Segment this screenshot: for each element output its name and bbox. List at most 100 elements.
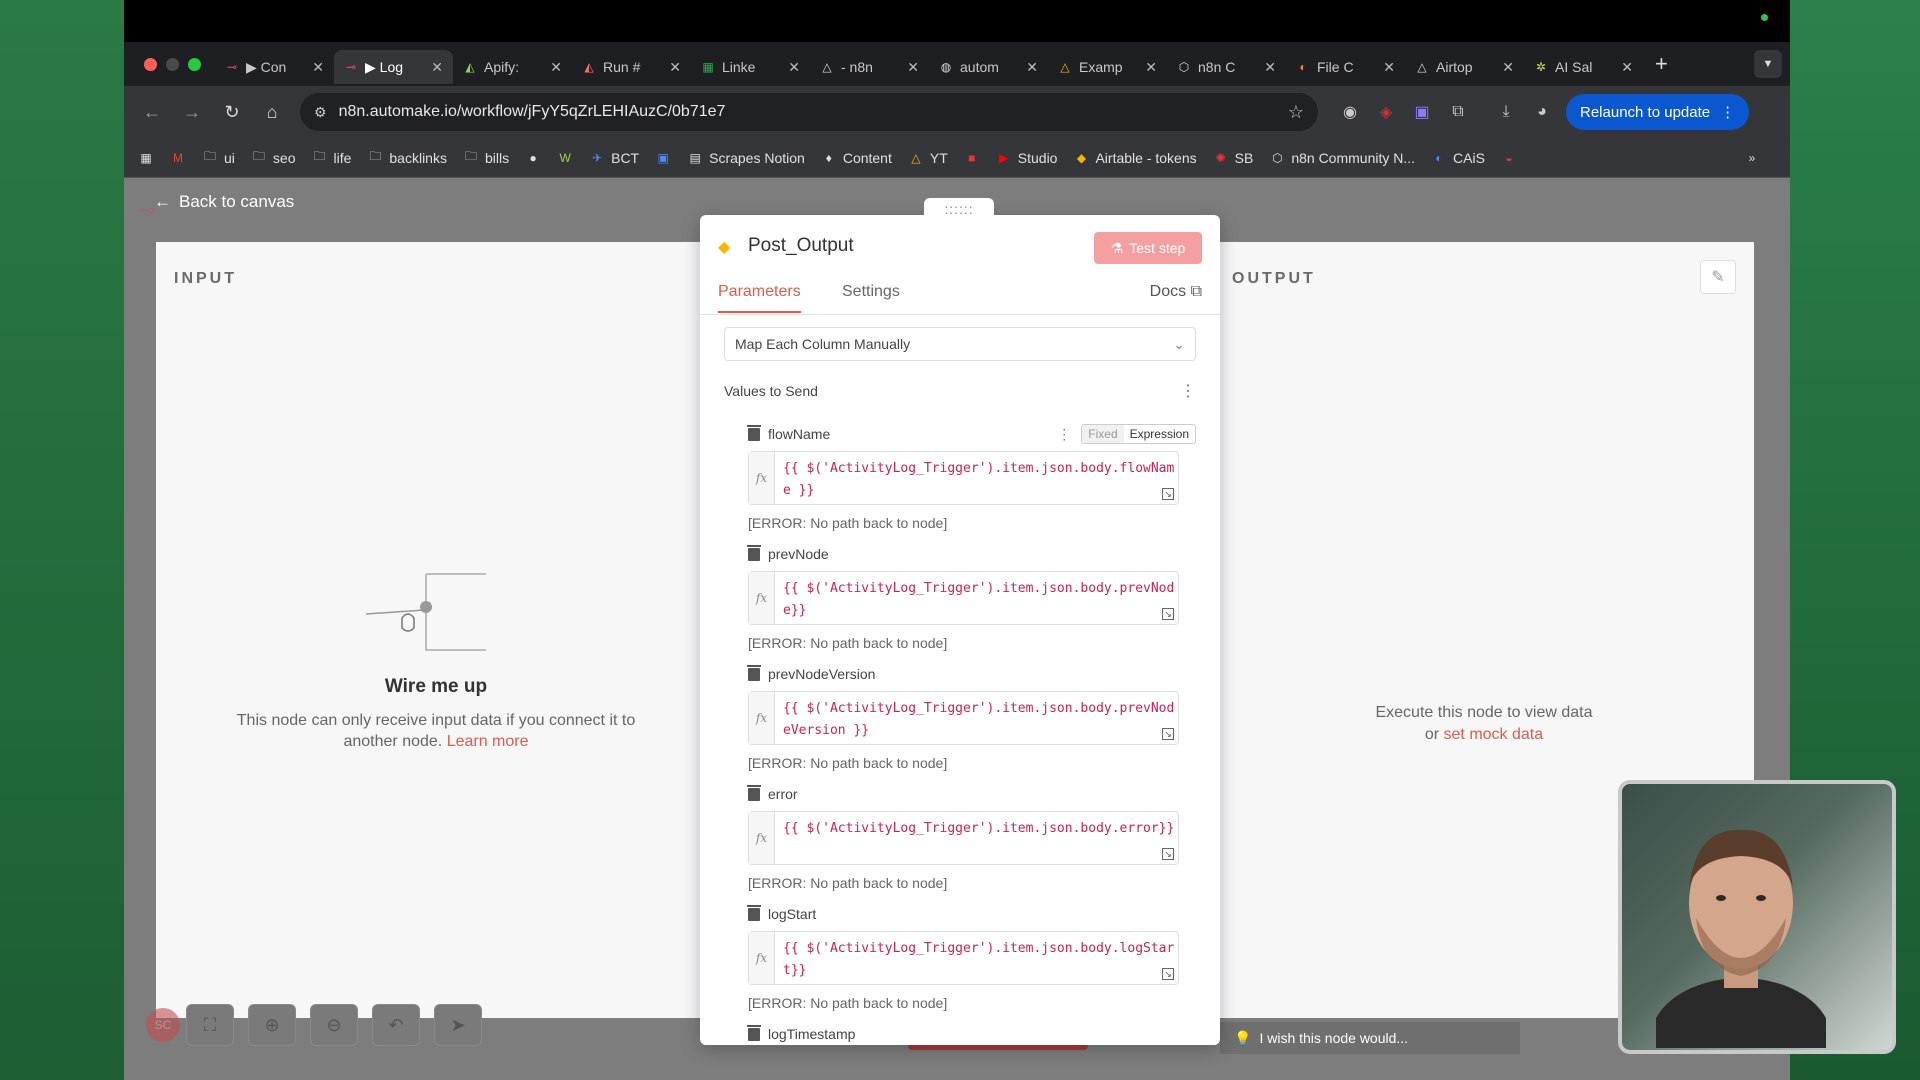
puzzle-icon[interactable]: ⧉ — [1440, 94, 1476, 130]
bookmark-link[interactable]: ◆ Airtable - tokens — [1073, 150, 1197, 166]
bookmark-link[interactable]: ▶ Studio — [996, 150, 1057, 166]
trash-icon[interactable] — [747, 664, 761, 681]
bookmark-icon-only[interactable]: ■ — [964, 150, 980, 166]
extension-icon[interactable]: ◉ — [1332, 94, 1368, 130]
tab-parameters[interactable]: Parameters — [718, 283, 801, 313]
browser-tab[interactable]: ◐ File C ✕ — [1286, 50, 1405, 84]
browser-tab[interactable]: △ Airtop ✕ — [1405, 50, 1524, 84]
field-options-icon[interactable]: ⋮ — [1057, 426, 1071, 443]
close-tab-icon[interactable]: ✕ — [312, 59, 324, 76]
back-to-canvas-button[interactable]: ← Back to canvas — [154, 192, 294, 212]
tab-search-icon[interactable]: ▼ — [1754, 50, 1782, 78]
mapping-mode-select[interactable]: Map Each Column Manually ⌄ — [724, 327, 1196, 361]
bookmark-link[interactable]: ✈ BCT — [589, 150, 639, 166]
browser-tab[interactable]: ⬡ n8n C ✕ — [1167, 50, 1286, 84]
expression-input[interactable]: fx {{ $('ActivityLog_Trigger').item.json… — [748, 931, 1179, 985]
drag-handle-icon[interactable]: :::::: — [924, 198, 994, 220]
close-tab-icon[interactable]: ✕ — [669, 59, 681, 76]
forward-arrow-icon[interactable]: → — [172, 94, 212, 130]
maximize-window-button[interactable] — [188, 57, 201, 71]
zoom-out-icon[interactable]: ⊖ — [310, 1004, 358, 1046]
expression-code[interactable]: {{ $('ActivityLog_Trigger').item.json.bo… — [775, 692, 1178, 744]
learn-more-link[interactable]: Learn more — [447, 733, 529, 750]
bookmark-star-icon[interactable]: ☆ — [1288, 102, 1304, 123]
close-tab-icon[interactable]: ✕ — [1621, 59, 1633, 76]
expression-code[interactable]: {{ $('ActivityLog_Trigger').item.json.bo… — [775, 812, 1178, 864]
bookmark-link[interactable]: ◐ CAiS — [1431, 150, 1485, 166]
bookmark-folder[interactable]: 🗀 ui — [202, 149, 235, 166]
apps-grid-icon[interactable]: ▦ — [138, 150, 154, 166]
browser-tab[interactable]: ✲ AI Sal ✕ — [1524, 50, 1643, 84]
expression-code[interactable]: {{ $('ActivityLog_Trigger').item.json.bo… — [775, 452, 1178, 504]
trash-icon[interactable] — [747, 904, 761, 921]
profile-avatar-icon[interactable]: ◕ — [1524, 94, 1560, 130]
close-tab-icon[interactable]: ✕ — [431, 59, 443, 76]
new-tab-icon[interactable]: + — [1655, 51, 1668, 77]
browser-tab-active[interactable]: ⊸ ▶ Log ✕ — [334, 50, 453, 84]
close-window-button[interactable] — [144, 57, 157, 71]
home-icon[interactable]: ⌂ — [252, 94, 292, 130]
fixed-expression-toggle[interactable]: Fixed Expression — [1081, 424, 1196, 444]
undo-icon[interactable]: ↶ — [372, 1004, 420, 1046]
extension-icon[interactable]: ◈ — [1368, 94, 1404, 130]
set-mock-data-link[interactable]: set mock data — [1444, 726, 1544, 743]
trash-icon[interactable] — [747, 424, 761, 441]
close-tab-icon[interactable]: ✕ — [550, 59, 562, 76]
close-tab-icon[interactable]: ✕ — [1383, 59, 1395, 76]
expand-icon[interactable]: ↘ — [1162, 608, 1174, 620]
browser-tab[interactable]: ▦ Linke ✕ — [691, 50, 810, 84]
bookmark-folder[interactable]: 🗀 seo — [251, 149, 296, 166]
browser-tab[interactable]: △ - n8n ✕ — [810, 50, 929, 84]
expression-input[interactable]: fx {{ $('ActivityLog_Trigger').item.json… — [748, 691, 1179, 745]
user-avatar[interactable]: SC — [146, 1008, 180, 1042]
expression-code[interactable]: {{ $('ActivityLog_Trigger').item.json.bo… — [775, 932, 1178, 984]
back-arrow-icon[interactable]: ← — [132, 94, 172, 130]
bookmark-link[interactable]: ✺ SB — [1213, 150, 1254, 166]
expand-icon[interactable]: ↘ — [1162, 728, 1174, 740]
bookmark-folder[interactable]: 🗀 bills — [463, 149, 509, 166]
close-tab-icon[interactable]: ✕ — [788, 59, 800, 76]
more-bookmarks-icon[interactable]: » — [1744, 150, 1760, 166]
site-info-icon[interactable]: ⚙ — [314, 104, 327, 121]
bookmark-link[interactable]: ⬡ n8n Community N... — [1269, 150, 1415, 166]
toggle-expression[interactable]: Expression — [1123, 425, 1195, 443]
close-tab-icon[interactable]: ✕ — [907, 59, 919, 76]
test-step-button[interactable]: ⚗ Test step — [1094, 232, 1202, 264]
bookmark-folder[interactable]: 🗀 backlinks — [367, 149, 447, 166]
close-tab-icon[interactable]: ✕ — [1145, 59, 1157, 76]
bookmark-link[interactable]: ▤ Scrapes Notion — [687, 150, 804, 166]
browser-tab[interactable]: ◭ Run # ✕ — [572, 50, 691, 84]
trash-icon[interactable] — [747, 1024, 761, 1041]
edit-output-button[interactable]: ✎ — [1700, 260, 1736, 294]
close-tab-icon[interactable]: ✕ — [1264, 59, 1276, 76]
node-title[interactable]: Post_Output — [748, 235, 854, 257]
reload-icon[interactable]: ↻ — [212, 94, 252, 130]
expression-input[interactable]: fx {{ $('ActivityLog_Trigger').item.json… — [748, 571, 1179, 625]
options-menu-icon[interactable]: ⋮ — [1180, 381, 1196, 401]
browser-tab[interactable]: ◭ Apify: ✕ — [453, 50, 572, 84]
zoom-in-icon[interactable]: ⊕ — [248, 1004, 296, 1046]
trash-icon[interactable] — [747, 544, 761, 561]
bookmark-link[interactable]: △ YT — [908, 150, 948, 166]
toggle-fixed[interactable]: Fixed — [1082, 425, 1124, 443]
minimize-window-button[interactable] — [166, 57, 179, 71]
fit-view-icon[interactable]: ⛶ — [186, 1004, 234, 1046]
expand-icon[interactable]: ↘ — [1162, 968, 1174, 980]
relaunch-button[interactable]: Relaunch to update ⋮ — [1566, 94, 1750, 130]
address-bar[interactable]: ⚙ n8n.automake.io/workflow/jFyY5qZrLEHIA… — [300, 93, 1318, 131]
expand-icon[interactable]: ↘ — [1162, 848, 1174, 860]
expression-code[interactable]: {{ $('ActivityLog_Trigger').item.json.bo… — [775, 572, 1178, 624]
expression-input[interactable]: fx {{ $('ActivityLog_Trigger').item.json… — [748, 811, 1179, 865]
expand-icon[interactable]: ↘ — [1162, 488, 1174, 500]
close-tab-icon[interactable]: ✕ — [1026, 59, 1038, 76]
close-tab-icon[interactable]: ✕ — [1502, 59, 1514, 76]
trash-icon[interactable] — [747, 784, 761, 801]
url-text[interactable]: n8n.automake.io/workflow/jFyY5qZrLEHIAuz… — [339, 103, 1276, 121]
bookmark-folder[interactable]: 🗀 life — [311, 149, 351, 166]
download-icon[interactable]: ⤓ — [1488, 94, 1524, 130]
browser-tab[interactable]: ⊸ ▶ Con ✕ — [215, 50, 334, 84]
tab-settings[interactable]: Settings — [842, 283, 900, 311]
bookmark-icon-only[interactable]: ▣ — [655, 150, 671, 166]
bookmark-icon-only[interactable]: ◒ — [1501, 150, 1517, 166]
bookmark-link[interactable]: ♦ Content — [821, 150, 892, 166]
